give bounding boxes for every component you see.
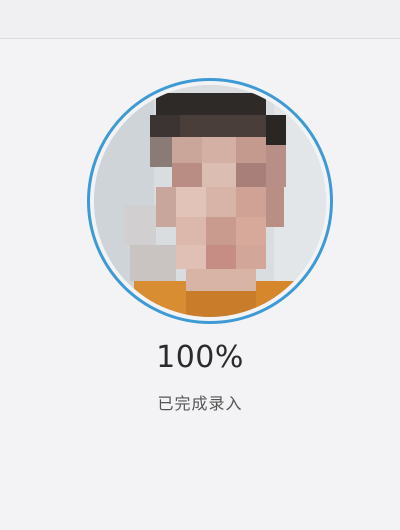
pixelated-face-photo	[94, 85, 326, 317]
face-avatar	[94, 85, 326, 317]
status-text: 已完成录入	[157, 394, 243, 413]
progress-percent: 100%	[156, 340, 244, 375]
top-bar	[0, 0, 400, 39]
